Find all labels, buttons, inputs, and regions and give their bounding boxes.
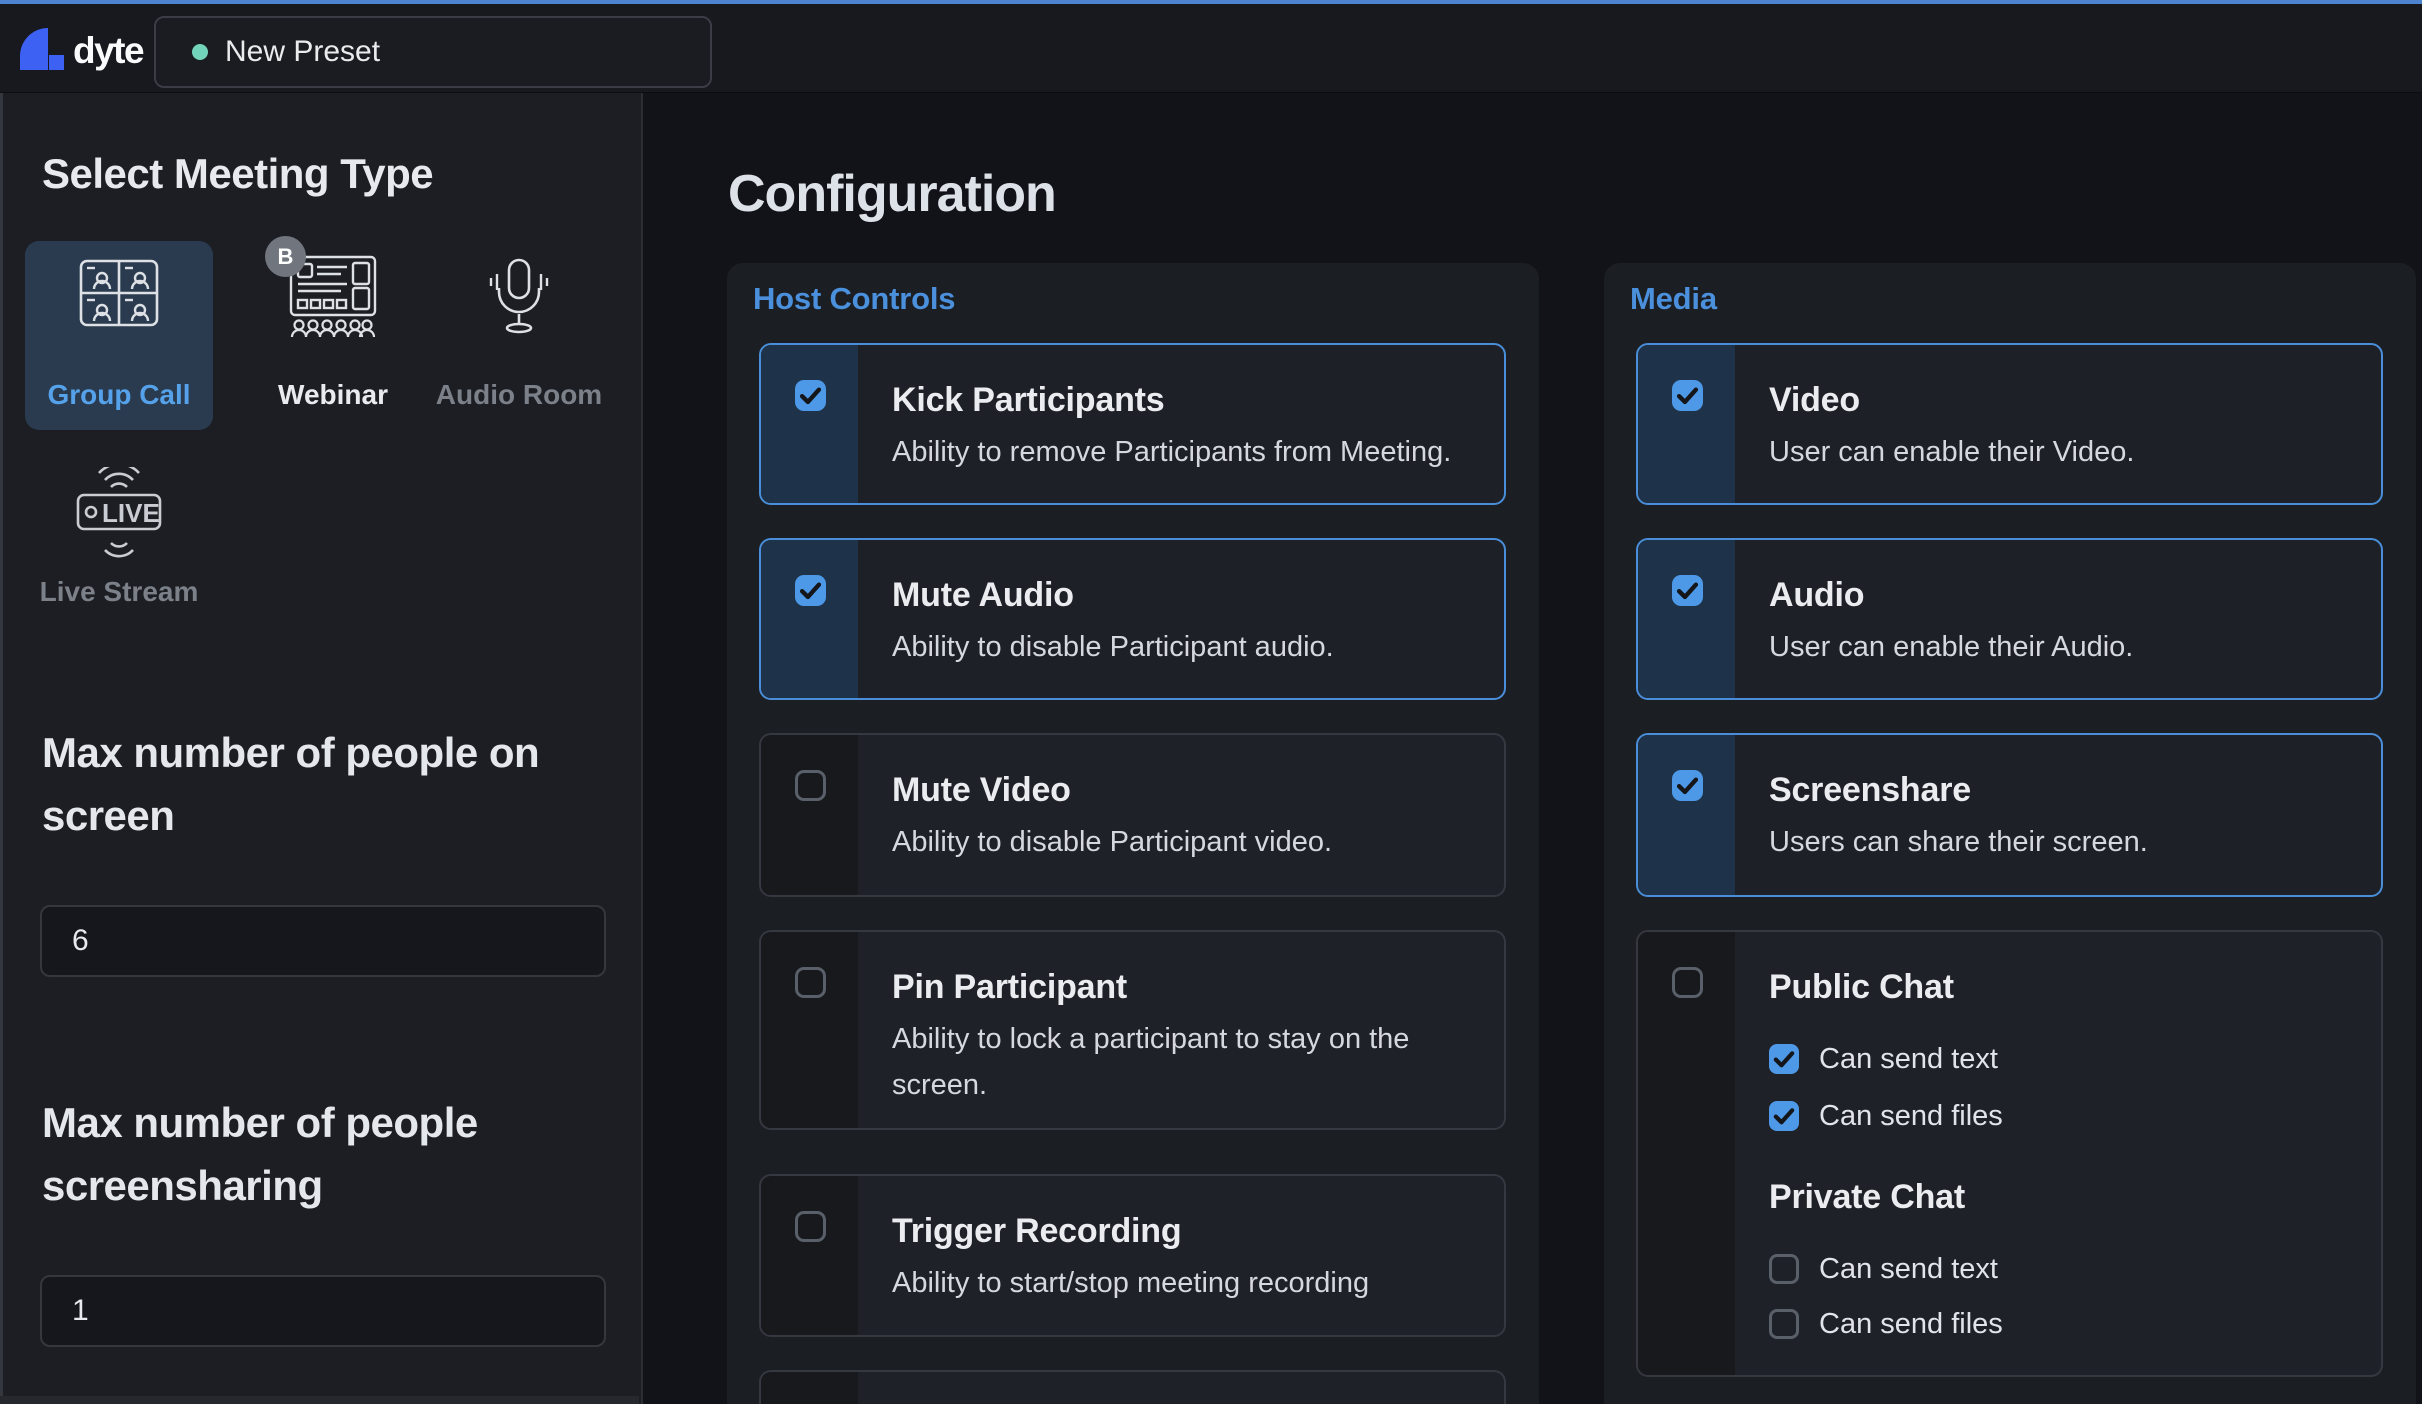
- card-description: User can enable their Video.: [1769, 429, 2134, 475]
- preset-status-dot-icon: [192, 44, 208, 60]
- pin-participant-checkbox[interactable]: [795, 967, 826, 998]
- card-description: Ability to disable Participant video.: [892, 819, 1332, 865]
- group-call-icon: [79, 259, 159, 332]
- max-screenshare-input[interactable]: [40, 1275, 606, 1347]
- max-on-screen-input[interactable]: [40, 905, 606, 977]
- card-strip: [761, 932, 858, 1128]
- private-can-send-text-label: Can send text: [1819, 1253, 1998, 1286]
- card-strip: [1638, 540, 1735, 698]
- card-description: Ability to remove Participants from Meet…: [892, 429, 1451, 475]
- card-title: Mute Video: [892, 771, 1071, 810]
- card-strip: [761, 1176, 858, 1335]
- card-description: Ability to disable Participant audio.: [892, 624, 1334, 670]
- app-window: dyte New Preset Select Meeting Type: [0, 0, 2422, 1404]
- card-pin-participant[interactable]: Pin Participant Ability to lock a partic…: [759, 930, 1506, 1130]
- max-on-screen-label: Max number of people on screen: [42, 721, 617, 847]
- live-stream-icon[interactable]: LIVE: [64, 467, 174, 568]
- public-can-send-files-row: Can send files: [1769, 1101, 2003, 1131]
- card-screenshare[interactable]: Screenshare Users can share their screen…: [1636, 733, 2383, 897]
- card-description: Ability to lock a participant to stay on…: [892, 1016, 1472, 1108]
- dyte-logo-icon: [18, 25, 66, 77]
- card-strip: [1638, 932, 1735, 1375]
- meeting-type-audio-room-label[interactable]: Audio Room: [425, 379, 613, 411]
- card-title: Kick Participants: [892, 381, 1165, 420]
- private-chat-title: Private Chat: [1769, 1178, 1965, 1217]
- card-title: Mute Audio: [892, 576, 1074, 615]
- card-chat[interactable]: Public Chat Can send text Can send files…: [1636, 930, 2383, 1377]
- media-heading: Media: [1630, 281, 1717, 317]
- live-icon-text: LIVE: [102, 498, 160, 528]
- public-can-send-files-checkbox[interactable]: [1769, 1101, 1799, 1131]
- private-can-send-files-label: Can send files: [1819, 1308, 2003, 1341]
- sidebar-left-edge: [0, 93, 3, 1404]
- mute-audio-checkbox[interactable]: [795, 575, 826, 606]
- page-title: Configuration: [728, 164, 1056, 224]
- host-controls-panel: Host Controls Kick Participants Ability …: [727, 263, 1539, 1404]
- card-audio[interactable]: Audio User can enable their Audio.: [1636, 538, 2383, 700]
- audio-room-icon[interactable]: [483, 256, 555, 345]
- card-description: User can enable their Audio.: [1769, 624, 2133, 670]
- card-mute-audio[interactable]: Mute Audio Ability to disable Participan…: [759, 538, 1506, 700]
- card-video[interactable]: Video User can enable their Video.: [1636, 343, 2383, 505]
- card-title: Video: [1769, 381, 1860, 420]
- card-trigger-recording[interactable]: Trigger Recording Ability to start/stop …: [759, 1174, 1506, 1337]
- private-can-send-text-checkbox[interactable]: [1769, 1254, 1799, 1284]
- meeting-type-webinar-label[interactable]: Webinar: [239, 379, 427, 411]
- topbar: dyte New Preset: [0, 4, 2422, 93]
- card-strip: [1638, 735, 1735, 895]
- card-title: Pin Participant: [892, 968, 1127, 1007]
- public-chat-checkbox[interactable]: [1672, 967, 1703, 998]
- host-controls-heading: Host Controls: [753, 281, 955, 317]
- public-chat-title: Public Chat: [1769, 968, 1954, 1007]
- meeting-type-group-call-label: Group Call: [25, 379, 213, 411]
- card-mute-video[interactable]: Mute Video Ability to disable Participan…: [759, 733, 1506, 897]
- public-can-send-text-row: Can send text: [1769, 1044, 1998, 1074]
- sidebar: Select Meeting Type Group Call: [0, 93, 643, 1404]
- preset-name: New Preset: [225, 35, 380, 69]
- meeting-type-title: Select Meeting Type: [42, 150, 433, 198]
- card-strip: [1638, 345, 1735, 503]
- screenshare-checkbox[interactable]: [1672, 770, 1703, 801]
- card-strip: [761, 1372, 858, 1404]
- card-title: Screenshare: [1769, 771, 1971, 810]
- card-description: Ability to start/stop meeting recording: [892, 1260, 1369, 1306]
- sidebar-scrollbar[interactable]: [0, 1396, 639, 1404]
- card-title: Audio: [1769, 576, 1864, 615]
- webinar-beta-badge-letter: B: [278, 244, 294, 270]
- private-can-send-files-checkbox[interactable]: [1769, 1309, 1799, 1339]
- mute-video-checkbox[interactable]: [795, 770, 826, 801]
- dyte-logo[interactable]: dyte: [18, 22, 143, 80]
- card-description: Users can share their screen.: [1769, 819, 2148, 865]
- card-strip: [761, 540, 858, 698]
- kick-participants-checkbox[interactable]: [795, 380, 826, 411]
- card-strip: [761, 345, 858, 503]
- public-can-send-text-checkbox[interactable]: [1769, 1044, 1799, 1074]
- private-can-send-text-row: Can send text: [1769, 1254, 1998, 1284]
- media-panel: Media Video User can enable their Video.…: [1604, 263, 2416, 1404]
- brand-wordmark: dyte: [73, 30, 143, 72]
- max-screenshare-label: Max number of people screensharing: [42, 1091, 617, 1217]
- public-can-send-text-label: Can send text: [1819, 1043, 1998, 1076]
- card-kick-participants[interactable]: Kick Participants Ability to remove Part…: [759, 343, 1506, 505]
- preset-name-box[interactable]: New Preset: [154, 16, 712, 88]
- audio-checkbox[interactable]: [1672, 575, 1703, 606]
- public-can-send-files-label: Can send files: [1819, 1100, 2003, 1133]
- private-can-send-files-row: Can send files: [1769, 1309, 2003, 1339]
- trigger-recording-checkbox[interactable]: [795, 1211, 826, 1242]
- card-title: Trigger Recording: [892, 1212, 1181, 1251]
- webinar-beta-badge: B: [265, 236, 306, 277]
- meeting-type-live-stream-label[interactable]: Live Stream: [25, 576, 213, 608]
- video-checkbox[interactable]: [1672, 380, 1703, 411]
- card-partial[interactable]: [759, 1370, 1506, 1404]
- card-strip: [761, 735, 858, 895]
